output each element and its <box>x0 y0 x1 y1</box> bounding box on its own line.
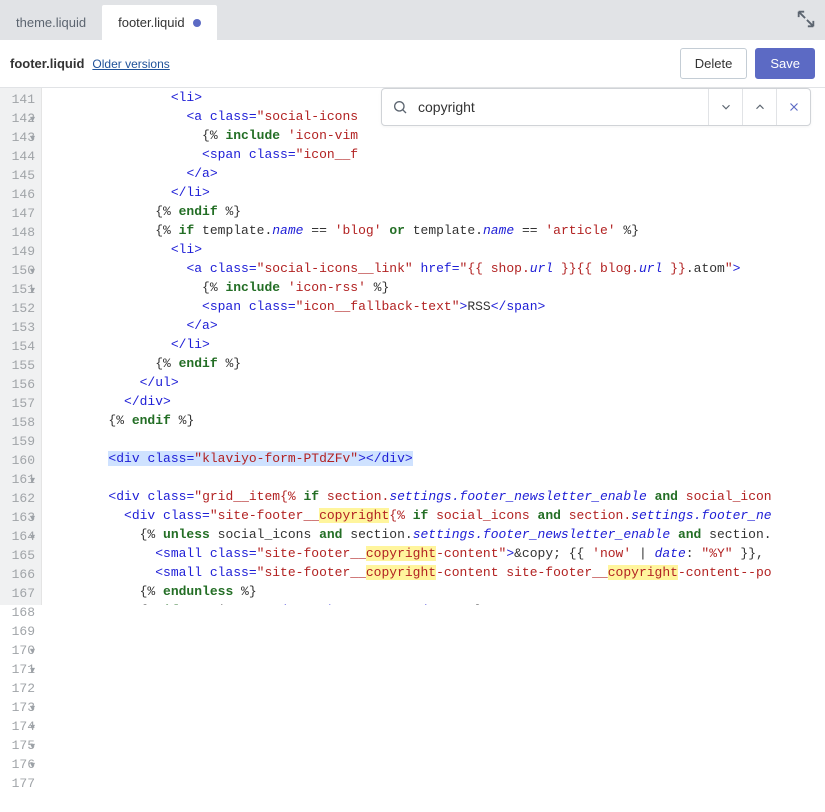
line-number: 173 ▾ <box>2 698 35 717</box>
line-number: 151 <box>2 280 35 299</box>
line-number: 166 <box>2 565 35 584</box>
line-number: 154 <box>2 337 35 356</box>
code-line[interactable]: <small class="site-footer__copyright-con… <box>46 563 825 582</box>
code-line[interactable]: <small class="site-footer__copyright-con… <box>46 544 825 563</box>
line-number: 157 <box>2 394 35 413</box>
line-number: 158 <box>2 413 35 432</box>
tab-bar: theme.liquid footer.liquid <box>0 0 825 40</box>
code-line[interactable]: <span class="icon__fallback-text">RSS</s… <box>46 297 825 316</box>
line-number: 145 <box>2 166 35 185</box>
search-prev-button[interactable] <box>742 89 776 125</box>
code-line[interactable]: <div class="site-footer__copyright{% if … <box>46 506 825 525</box>
code-line[interactable]: {% endif %} <box>46 411 825 430</box>
code-line[interactable] <box>46 430 825 449</box>
code-line[interactable]: {% endunless %} <box>46 582 825 601</box>
code-line[interactable]: {% if section.settings.show_payment_icon… <box>46 601 825 605</box>
code-line[interactable]: </div> <box>46 392 825 411</box>
tab-theme[interactable]: theme.liquid <box>0 5 102 40</box>
code-line[interactable]: {% include 'icon-vim <box>46 126 825 145</box>
code-line[interactable]: {% if template.name == 'blog' or templat… <box>46 221 825 240</box>
code-line[interactable]: </ul> <box>46 373 825 392</box>
older-versions-link[interactable]: Older versions <box>92 57 169 71</box>
search-icon <box>382 99 418 115</box>
line-number: 164 <box>2 527 35 546</box>
expand-button[interactable] <box>795 8 817 30</box>
line-number: 165 <box>2 546 35 565</box>
code-line[interactable]: </li> <box>46 335 825 354</box>
line-number: 148 <box>2 223 35 242</box>
filename-label: footer.liquid <box>10 56 84 71</box>
line-number: 169 ▾ <box>2 622 35 641</box>
line-number: 161 <box>2 470 35 489</box>
tab-label: footer.liquid <box>118 15 185 30</box>
line-number: 167 <box>2 584 35 603</box>
code-line[interactable]: {% unless social_icons and section.setti… <box>46 525 825 544</box>
line-number: 175 ▾ <box>2 736 35 755</box>
line-number: 155 <box>2 356 35 375</box>
line-number: 159 <box>2 432 35 451</box>
tab-label: theme.liquid <box>16 15 86 30</box>
line-number: 170 ▾ <box>2 641 35 660</box>
search-close-button[interactable] <box>776 89 810 125</box>
line-number: 162 ▾ <box>2 489 35 508</box>
code-line[interactable]: {% include 'icon-rss' %} <box>46 278 825 297</box>
line-number: 177 <box>2 774 35 793</box>
code-line[interactable]: <div class="grid__item{% if section.sett… <box>46 487 825 506</box>
dirty-indicator-icon <box>193 19 201 27</box>
code-line[interactable]: <span class="icon__f <box>46 145 825 164</box>
line-number: 144 <box>2 147 35 166</box>
line-number: 149 ▾ <box>2 242 35 261</box>
search-input[interactable] <box>418 99 708 115</box>
line-number: 141 ▾ <box>2 90 35 109</box>
line-number: 143 <box>2 128 35 147</box>
line-number: 172 ▾ <box>2 679 35 698</box>
file-toolbar: footer.liquid Older versions Delete Save <box>0 40 825 88</box>
search-next-button[interactable] <box>708 89 742 125</box>
delete-button[interactable]: Delete <box>680 48 748 79</box>
line-number: 171 <box>2 660 35 679</box>
line-number: 146 <box>2 185 35 204</box>
code-editor: 141 ▾142 ▾143 144 145 146 147 148 149 ▾1… <box>0 88 825 605</box>
code-line[interactable]: {% endif %} <box>46 354 825 373</box>
line-number: 176 <box>2 755 35 774</box>
save-button[interactable]: Save <box>755 48 815 79</box>
tab-footer[interactable]: footer.liquid <box>102 5 217 40</box>
line-number: 168 <box>2 603 35 622</box>
line-number: 160 ▾ <box>2 451 35 470</box>
line-number: 150 ▾ <box>2 261 35 280</box>
code-line[interactable]: <a class="social-icons__link" href="{{ s… <box>46 259 825 278</box>
code-line[interactable]: </li> <box>46 183 825 202</box>
code-line[interactable]: <li> <box>46 240 825 259</box>
line-number: 147 <box>2 204 35 223</box>
line-number: 153 <box>2 318 35 337</box>
line-number: 174 ▾ <box>2 717 35 736</box>
line-number: 142 ▾ <box>2 109 35 128</box>
code-area[interactable]: <li> <a class="social-icons {% include '… <box>42 88 825 605</box>
code-line[interactable]: <div class="klaviyo-form-PTdZFv"></div> <box>46 449 825 468</box>
search-box <box>381 88 811 126</box>
code-line[interactable]: </a> <box>46 316 825 335</box>
code-line[interactable] <box>46 468 825 487</box>
line-number: 163 ▾ <box>2 508 35 527</box>
code-line[interactable]: {% endif %} <box>46 202 825 221</box>
line-number: 152 <box>2 299 35 318</box>
line-number-gutter: 141 ▾142 ▾143 144 145 146 147 148 149 ▾1… <box>0 88 42 605</box>
line-number: 156 <box>2 375 35 394</box>
code-line[interactable]: </a> <box>46 164 825 183</box>
